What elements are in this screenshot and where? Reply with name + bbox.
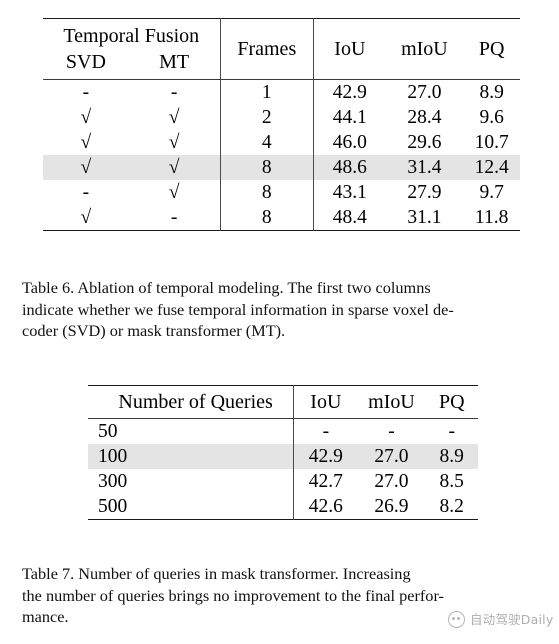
- table-row: √ - 8 48.4 31.1 11.8: [43, 205, 520, 231]
- cell-iou: 42.9: [293, 444, 358, 469]
- cell-iou: 46.0: [313, 130, 386, 155]
- table-6-header-row-group: Temporal Fusion Frames IoU mIoU PQ: [43, 18, 520, 80]
- table-row: - √ 8 43.1 27.9 9.7: [43, 180, 520, 205]
- table-7-head: Number of Queries IoU mIoU PQ: [88, 385, 478, 419]
- cell-mt: √: [168, 182, 180, 203]
- cell-pq: 12.4: [474, 157, 509, 178]
- cell-frames: 4: [219, 130, 314, 155]
- caption-line: indicate whether we fuse temporal inform…: [22, 299, 454, 319]
- circle-eyes-icon: [448, 611, 465, 628]
- table-6-head: Temporal Fusion Frames IoU mIoU PQ SVD M…: [43, 18, 520, 80]
- cell-svd: √: [80, 157, 92, 178]
- cell-pq: 8.2: [439, 496, 464, 517]
- cell-frames: 1: [219, 79, 314, 105]
- cell-svd: √: [80, 132, 92, 153]
- table-6-body: - - 1 42.9 27.0 8.9 √ √ 2 44.1 28.4 9.6 …: [43, 79, 520, 231]
- table-6-group-header-temporal-fusion: Temporal Fusion: [63, 25, 200, 47]
- cell-svd: -: [82, 182, 90, 203]
- cell-mt: -: [170, 207, 178, 228]
- table-7-header-miou: mIoU: [368, 391, 415, 413]
- cell-queries: 500: [98, 496, 128, 517]
- caption-line: Table 6. Ablation of temporal modeling. …: [22, 278, 431, 297]
- cell-iou: 48.4: [313, 205, 386, 231]
- table-6-header-pq: PQ: [478, 38, 505, 60]
- table-row: - - 1 42.9 27.0 8.9: [43, 79, 520, 105]
- cell-pq: 8.9: [479, 82, 504, 103]
- cell-pq: 8.5: [439, 471, 464, 492]
- table-7-body: 50 - - - 100 42.9 27.0 8.9 300 42.7 27.0…: [88, 418, 478, 520]
- cell-queries: 300: [98, 471, 128, 492]
- cell-queries: 100: [98, 446, 128, 467]
- cell-queries: 50: [98, 421, 118, 442]
- cell-iou: 42.9: [313, 79, 386, 105]
- cell-miou: 31.4: [407, 157, 442, 178]
- cell-miou: 26.9: [374, 496, 409, 517]
- cell-miou: 31.1: [407, 207, 442, 228]
- table-row: 500 42.6 26.9 8.2: [88, 494, 478, 520]
- cell-frames: 8: [219, 205, 314, 231]
- cell-iou: 48.6: [313, 155, 386, 180]
- cell-mt: √: [168, 157, 180, 178]
- cell-miou: -: [388, 421, 395, 442]
- table-7-header-pq: PQ: [438, 391, 465, 413]
- table-row: 50 - - -: [88, 418, 478, 444]
- caption-line: Table 7. Number of queries in mask trans…: [22, 564, 411, 583]
- table-6-header-miou: mIoU: [401, 38, 448, 60]
- table-row-highlighted: √ √ 8 48.6 31.4 12.4: [43, 155, 520, 180]
- caption-line: coder (SVD) or mask transformer (MT).: [22, 321, 286, 340]
- cell-frames: 8: [219, 180, 314, 205]
- table-6-header-iou: IoU: [313, 18, 386, 80]
- cell-iou: -: [293, 418, 358, 444]
- cell-svd: √: [80, 207, 92, 228]
- table-7-container: Number of Queries IoU mIoU PQ 50 - - - 1…: [88, 385, 478, 520]
- table-6-header-frames: Frames: [219, 18, 314, 80]
- watermark-text: 自动驾驶Daily: [470, 611, 554, 627]
- watermark: 自动驾驶Daily: [448, 611, 553, 628]
- cell-pq: 8.9: [439, 446, 464, 467]
- cell-miou: 29.6: [407, 132, 442, 153]
- table-7-header-number-of-queries: Number of Queries: [118, 391, 273, 413]
- cell-frames: 2: [219, 105, 314, 130]
- cell-svd: √: [80, 107, 92, 128]
- table-6-header-svd: SVD: [65, 51, 106, 73]
- table-6-caption: Table 6. Ablation of temporal modeling. …: [22, 277, 538, 342]
- table-6-container: Temporal Fusion Frames IoU mIoU PQ SVD M…: [43, 18, 520, 231]
- cell-iou: 42.7: [293, 469, 358, 494]
- cell-mt: √: [168, 132, 180, 153]
- table-7: Number of Queries IoU mIoU PQ 50 - - - 1…: [88, 385, 478, 520]
- cell-pq: -: [448, 421, 455, 442]
- cell-pq: 9.6: [479, 107, 504, 128]
- cell-pq: 11.8: [474, 207, 509, 228]
- table-6-header-mt: MT: [159, 51, 190, 73]
- cell-pq: 9.7: [479, 182, 504, 203]
- table-row: √ √ 4 46.0 29.6 10.7: [43, 130, 520, 155]
- cell-mt: -: [170, 82, 178, 103]
- cell-mt: √: [168, 107, 180, 128]
- cell-iou: 42.6: [293, 494, 358, 520]
- cell-miou: 28.4: [407, 107, 442, 128]
- table-6: Temporal Fusion Frames IoU mIoU PQ SVD M…: [43, 18, 520, 231]
- table-row: 300 42.7 27.0 8.5: [88, 469, 478, 494]
- cell-iou: 44.1: [313, 105, 386, 130]
- cell-miou: 27.0: [374, 471, 409, 492]
- table-7-header-iou: IoU: [293, 385, 358, 419]
- table-row: √ √ 2 44.1 28.4 9.6: [43, 105, 520, 130]
- cell-miou: 27.0: [407, 82, 442, 103]
- cell-miou: 27.0: [374, 446, 409, 467]
- cell-pq: 10.7: [474, 132, 509, 153]
- cell-frames: 8: [219, 155, 314, 180]
- cell-iou: 43.1: [313, 180, 386, 205]
- caption-line: the number of queries brings no improvem…: [22, 585, 444, 605]
- cell-svd: -: [82, 82, 90, 103]
- table-row-highlighted: 100 42.9 27.0 8.9: [88, 444, 478, 469]
- table-7-header-row: Number of Queries IoU mIoU PQ: [88, 385, 478, 419]
- cell-miou: 27.9: [407, 182, 442, 203]
